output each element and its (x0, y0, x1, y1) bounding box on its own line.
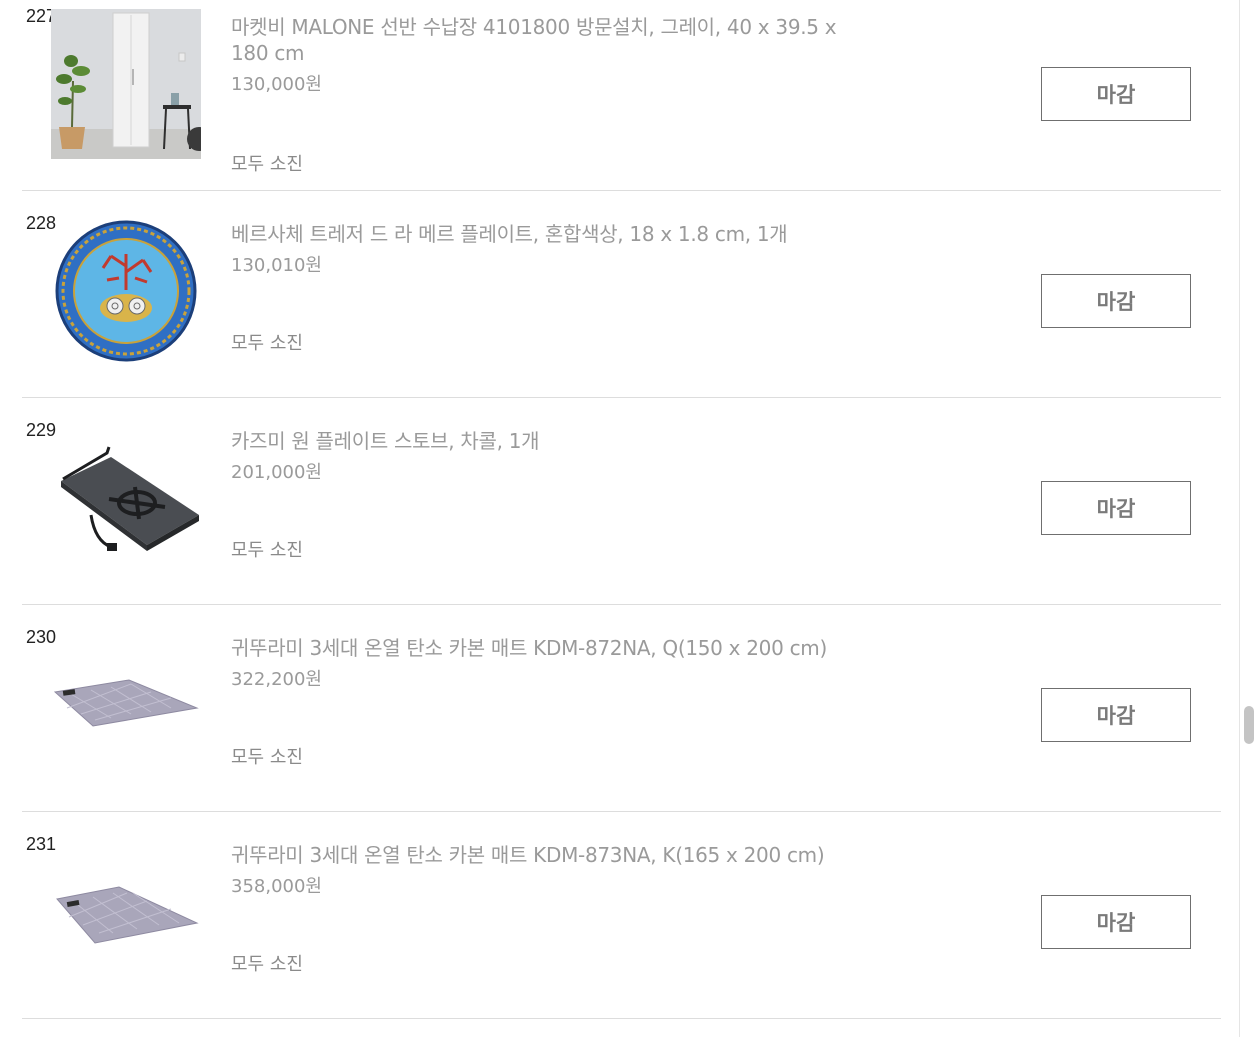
product-list-page: 227 마켓비 MALONE 선반 수납장 4101800 방문설치, 그레이,… (0, 0, 1256, 1037)
scrollbar-thumb[interactable] (1244, 706, 1254, 744)
list-item: 228 베르사체 트레저 드 라 메르 플레이트, 혼합색상, 18 x 1.8… (22, 191, 1221, 398)
mat-image (56, 886, 199, 944)
list-item: 229 카즈미 원 플레이트 스토브, 차콜, 1개 201,000원 모두 소… (22, 398, 1221, 605)
list-item: 230 귀뚜라미 3세대 온열 탄소 카본 매트 KDM-872NA, Q(15… (22, 605, 1221, 812)
item-price: 130,010원 (231, 255, 322, 276)
item-price: 322,200원 (231, 669, 322, 690)
list-item: 231 귀뚜라미 3세대 온열 탄소 카본 매트 KDM-873NA, K(16… (22, 812, 1221, 1019)
sold-out-status: 모두 소진 (231, 333, 303, 354)
item-title[interactable]: 귀뚜라미 3세대 온열 탄소 카본 매트 KDM-872NA, Q(150 x … (231, 635, 871, 661)
item-title[interactable]: 베르사체 트레저 드 라 메르 플레이트, 혼합색상, 18 x 1.8 cm,… (231, 221, 871, 247)
sold-out-status: 모두 소진 (231, 747, 303, 768)
item-title[interactable]: 카즈미 원 플레이트 스토브, 차콜, 1개 (231, 428, 871, 454)
sold-out-status: 모두 소진 (231, 540, 303, 561)
item-price: 130,000원 (231, 74, 322, 95)
cabinet-image (51, 9, 201, 159)
item-price: 201,000원 (231, 462, 322, 483)
item-price: 358,000원 (231, 876, 322, 897)
vertical-scrollbar[interactable] (1239, 0, 1256, 1037)
item-title[interactable]: 귀뚜라미 3세대 온열 탄소 카본 매트 KDM-873NA, K(165 x … (231, 842, 871, 868)
mat-image (53, 679, 199, 727)
stove-image (61, 446, 199, 551)
close-button[interactable]: 마감 (1041, 481, 1191, 535)
plate-image (55, 220, 197, 362)
sold-out-status: 모두 소진 (231, 954, 303, 975)
list-item: 227 마켓비 MALONE 선반 수납장 4101800 방문설치, 그레이,… (22, 0, 1221, 191)
close-button[interactable]: 마감 (1041, 688, 1191, 742)
close-button[interactable]: 마감 (1041, 274, 1191, 328)
close-button[interactable]: 마감 (1041, 895, 1191, 949)
product-list: 227 마켓비 MALONE 선반 수납장 4101800 방문설치, 그레이,… (22, 0, 1221, 1019)
sold-out-status: 모두 소진 (231, 154, 303, 175)
item-title[interactable]: 마켓비 MALONE 선반 수납장 4101800 방문설치, 그레이, 40 … (231, 14, 871, 66)
close-button[interactable]: 마감 (1041, 67, 1191, 121)
